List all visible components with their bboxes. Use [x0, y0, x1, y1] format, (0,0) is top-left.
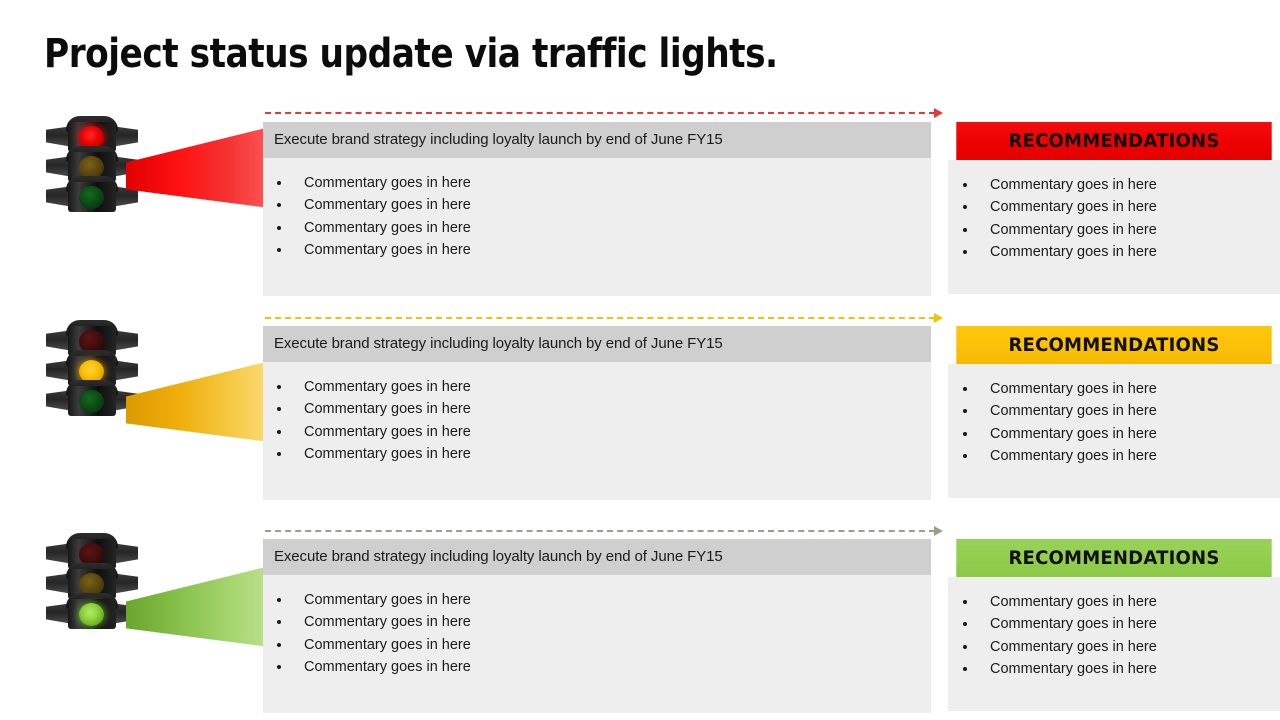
- arrow-head-icon: [934, 526, 943, 536]
- dashed-line: [265, 112, 935, 114]
- list-item: Commentary goes in here: [263, 376, 931, 398]
- dashed-line: [265, 530, 935, 532]
- commentary-list: Commentary goes in here Commentary goes …: [263, 589, 931, 679]
- recommendations-card-green: RECOMMENDATIONS Commentary goes in here …: [948, 539, 1280, 711]
- commentary-list: Commentary goes in here Commentary goes …: [263, 172, 931, 262]
- list-item: Commentary goes in here: [948, 445, 1280, 467]
- recommendations-list: Commentary goes in here Commentary goes …: [948, 591, 1280, 681]
- commentary-list: Commentary goes in here Commentary goes …: [263, 376, 931, 466]
- list-item: Commentary goes in here: [263, 172, 931, 194]
- card-body: Commentary goes in here Commentary goes …: [263, 575, 931, 713]
- arrow-head-icon: [934, 108, 943, 118]
- card-header-text: Execute brand strategy including loyalty…: [263, 539, 931, 575]
- traffic-light-unit-green: [46, 380, 138, 416]
- list-item: Commentary goes in here: [948, 636, 1280, 658]
- light-beam-green: [126, 565, 274, 648]
- card-body: Commentary goes in here Commentary goes …: [263, 158, 931, 296]
- lamp-green-on-icon: [79, 603, 104, 626]
- light-beam-red: [126, 126, 274, 209]
- recommendations-banner: RECOMMENDATIONS: [956, 122, 1272, 160]
- list-item: Commentary goes in here: [263, 239, 931, 261]
- traffic-light-housing: [68, 599, 116, 629]
- list-item: Commentary goes in here: [948, 241, 1280, 263]
- traffic-light-unit-green: [46, 176, 138, 212]
- recommendations-list: Commentary goes in here Commentary goes …: [948, 378, 1280, 468]
- status-card-amber: Execute brand strategy including loyalty…: [263, 326, 931, 500]
- list-item: Commentary goes in here: [263, 443, 931, 465]
- traffic-light-unit-green: [46, 593, 138, 629]
- recommendations-list: Commentary goes in here Commentary goes …: [948, 174, 1280, 264]
- card-header-text: Execute brand strategy including loyalty…: [263, 326, 931, 362]
- list-item: Commentary goes in here: [948, 400, 1280, 422]
- dashed-line: [265, 317, 935, 319]
- list-item: Commentary goes in here: [948, 591, 1280, 613]
- arrow-head-icon: [934, 313, 943, 323]
- status-card-red: Execute brand strategy including loyalty…: [263, 122, 931, 296]
- list-item: Commentary goes in here: [948, 196, 1280, 218]
- recommendations-body: Commentary goes in here Commentary goes …: [948, 577, 1280, 711]
- recommendations-card-red: RECOMMENDATIONS Commentary goes in here …: [948, 122, 1280, 294]
- list-item: Commentary goes in here: [948, 378, 1280, 400]
- recommendations-card-amber: RECOMMENDATIONS Commentary goes in here …: [948, 326, 1280, 498]
- list-item: Commentary goes in here: [263, 589, 931, 611]
- list-item: Commentary goes in here: [263, 656, 931, 678]
- list-item: Commentary goes in here: [948, 658, 1280, 680]
- recommendations-banner: RECOMMENDATIONS: [956, 326, 1272, 364]
- list-item: Commentary goes in here: [263, 634, 931, 656]
- connector-arrow-amber: [265, 313, 943, 323]
- connector-arrow-green: [265, 526, 943, 536]
- list-item: Commentary goes in here: [948, 174, 1280, 196]
- recommendations-body: Commentary goes in here Commentary goes …: [948, 364, 1280, 498]
- recommendations-banner: RECOMMENDATIONS: [956, 539, 1272, 577]
- list-item: Commentary goes in here: [263, 611, 931, 633]
- connector-arrow-red: [265, 108, 943, 118]
- list-item: Commentary goes in here: [948, 613, 1280, 635]
- list-item: Commentary goes in here: [263, 194, 931, 216]
- list-item: Commentary goes in here: [263, 398, 931, 420]
- card-header-text: Execute brand strategy including loyalty…: [263, 122, 931, 158]
- lamp-green-off-icon: [79, 390, 104, 413]
- traffic-light-housing: [68, 182, 116, 212]
- traffic-light-icon-amber: [46, 320, 138, 418]
- traffic-light-icon-green: [46, 533, 138, 631]
- page-title: Project status update via traffic lights…: [44, 31, 778, 77]
- lamp-green-off-icon: [79, 186, 104, 209]
- status-card-green: Execute brand strategy including loyalty…: [263, 539, 931, 713]
- card-body: Commentary goes in here Commentary goes …: [263, 362, 931, 500]
- traffic-light-icon-red: [46, 116, 138, 214]
- list-item: Commentary goes in here: [263, 217, 931, 239]
- recommendations-body: Commentary goes in here Commentary goes …: [948, 160, 1280, 294]
- list-item: Commentary goes in here: [263, 421, 931, 443]
- list-item: Commentary goes in here: [948, 423, 1280, 445]
- list-item: Commentary goes in here: [948, 219, 1280, 241]
- traffic-light-housing: [68, 386, 116, 416]
- light-beam-amber: [126, 360, 274, 443]
